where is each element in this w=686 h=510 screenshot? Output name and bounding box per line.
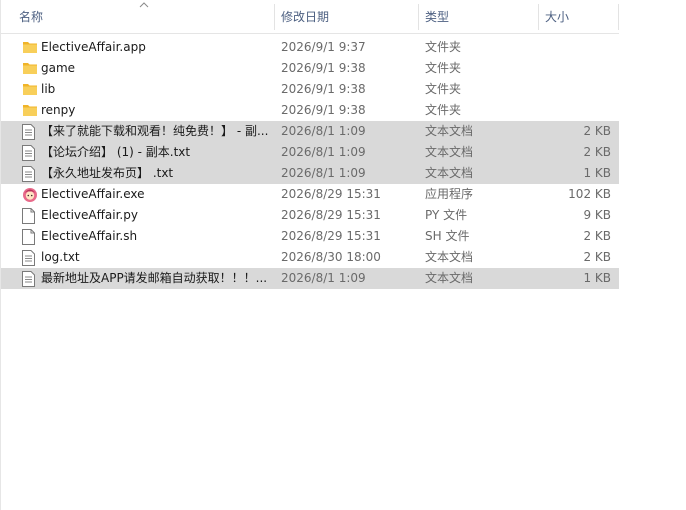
file-size: [541, 58, 611, 79]
column-header-bar: 名称 修改日期 类型 大小: [1, 0, 619, 34]
text-file-icon: [22, 163, 38, 184]
file-name: 【永久地址发布页】 .txt: [41, 166, 174, 180]
column-header-date[interactable]: 修改日期: [275, 0, 417, 33]
file-name: 【来了就能下载和观看！纯免费！】 - 副...: [41, 124, 269, 138]
file-name: renpy: [41, 103, 76, 117]
file-modified-date: 2026/8/1 1:09: [281, 124, 366, 138]
text-file-icon: [22, 142, 38, 163]
file-size: [541, 37, 611, 58]
folder-icon: [22, 79, 38, 100]
file-row[interactable]: log.txt 2026/8/30 18:00 文本文档 2 KB: [1, 247, 619, 268]
file-row[interactable]: 【来了就能下载和观看！纯免费！】 - 副... 2026/8/1 1:09 文本文档…: [1, 121, 619, 142]
file-size: 1 KB: [583, 271, 611, 285]
file-name: ElectiveAffair.app: [41, 40, 146, 54]
file-modified-date: 2026/8/1 1:09: [281, 271, 366, 285]
file-size: [541, 79, 611, 100]
file-name: ElectiveAffair.py: [41, 208, 138, 222]
file-modified-date: 2026/8/29 15:31: [281, 229, 381, 243]
file-name: 最新地址及APP请发邮箱自动获取！！！...: [41, 271, 268, 285]
app-icon: [22, 184, 38, 205]
file-row[interactable]: ElectiveAffair.exe 2026/8/29 15:31 应用程序 102…: [1, 184, 619, 205]
file-type: 应用程序: [425, 187, 474, 201]
file-type: 文件夹: [425, 40, 462, 54]
file-row[interactable]: game 2026/9/1 9:38 文件夹: [1, 58, 619, 79]
file-modified-date: 2026/9/1 9:37: [281, 40, 366, 54]
file-modified-date: 2026/8/29 15:31: [281, 187, 381, 201]
file-row[interactable]: ElectiveAffair.sh 2026/8/29 15:31 SH 文件 2 K…: [1, 226, 619, 247]
file-size: 2 KB: [583, 124, 611, 138]
file-name: log.txt: [41, 250, 80, 264]
file-name: game: [41, 61, 76, 75]
file-type: 文本文档: [425, 271, 474, 285]
file-size: 2 KB: [583, 145, 611, 159]
file-name: ElectiveAffair.sh: [41, 229, 138, 243]
file-size: 2 KB: [583, 229, 611, 243]
file-row[interactable]: 最新地址及APP请发邮箱自动获取！！！... 2026/8/1 1:09 文本文档 1…: [1, 268, 619, 289]
file-size: 9 KB: [583, 208, 611, 222]
folder-icon: [22, 100, 38, 121]
file-type: 文本文档: [425, 124, 474, 138]
file-row[interactable]: ElectiveAffair.app 2026/9/1 9:37 文件夹: [1, 37, 619, 58]
file-name: lib: [41, 82, 56, 96]
file-type: SH 文件: [425, 229, 470, 243]
file-modified-date: 2026/8/30 18:00: [281, 250, 381, 264]
file-size: 102 KB: [568, 187, 611, 201]
file-type: 文本文档: [425, 166, 474, 180]
file-row[interactable]: renpy 2026/9/1 9:38 文件夹: [1, 100, 619, 121]
file-type: PY 文件: [425, 208, 468, 222]
file-row[interactable]: 【论坛介绍】 (1) - 副本.txt 2026/8/1 1:09 文本文档 2 KB: [1, 142, 619, 163]
file-size: 1 KB: [583, 166, 611, 180]
file-modified-date: 2026/9/1 9:38: [281, 61, 366, 75]
file-type: 文本文档: [425, 145, 474, 159]
file-modified-date: 2026/8/1 1:09: [281, 145, 366, 159]
text-file-icon: [22, 247, 38, 268]
file-modified-date: 2026/8/1 1:09: [281, 166, 366, 180]
file-list: ElectiveAffair.app 2026/9/1 9:37 文件夹 game 2…: [1, 37, 619, 289]
blank-file-icon: [22, 226, 38, 247]
text-file-icon: [22, 121, 38, 142]
file-type: 文件夹: [425, 61, 462, 75]
file-row[interactable]: ElectiveAffair.py 2026/8/29 15:31 PY 文件 9 K…: [1, 205, 619, 226]
file-type: 文件夹: [425, 103, 462, 117]
file-size: [541, 100, 611, 121]
file-modified-date: 2026/8/29 15:31: [281, 208, 381, 222]
file-row[interactable]: 【永久地址发布页】 .txt 2026/8/1 1:09 文本文档 1 KB: [1, 163, 619, 184]
column-header-type[interactable]: 类型: [419, 0, 537, 33]
file-modified-date: 2026/9/1 9:38: [281, 103, 366, 117]
file-row[interactable]: lib 2026/9/1 9:38 文件夹: [1, 79, 619, 100]
file-type: 文件夹: [425, 82, 462, 96]
column-header-size[interactable]: 大小: [539, 0, 617, 33]
column-header-name[interactable]: 名称: [13, 0, 273, 33]
file-list-pane: 名称 修改日期 类型 大小 ElectiveAffair.app 2026/9/1…: [0, 0, 686, 510]
folder-icon: [22, 58, 38, 79]
column-divider[interactable]: [618, 4, 619, 30]
blank-file-icon: [22, 205, 38, 226]
file-type: 文本文档: [425, 250, 474, 264]
file-name: ElectiveAffair.exe: [41, 187, 145, 201]
file-modified-date: 2026/9/1 9:38: [281, 82, 366, 96]
file-size: 2 KB: [583, 250, 611, 264]
text-file-icon: [22, 268, 38, 289]
file-name: 【论坛介绍】 (1) - 副本.txt: [41, 145, 191, 159]
folder-icon: [22, 37, 38, 58]
